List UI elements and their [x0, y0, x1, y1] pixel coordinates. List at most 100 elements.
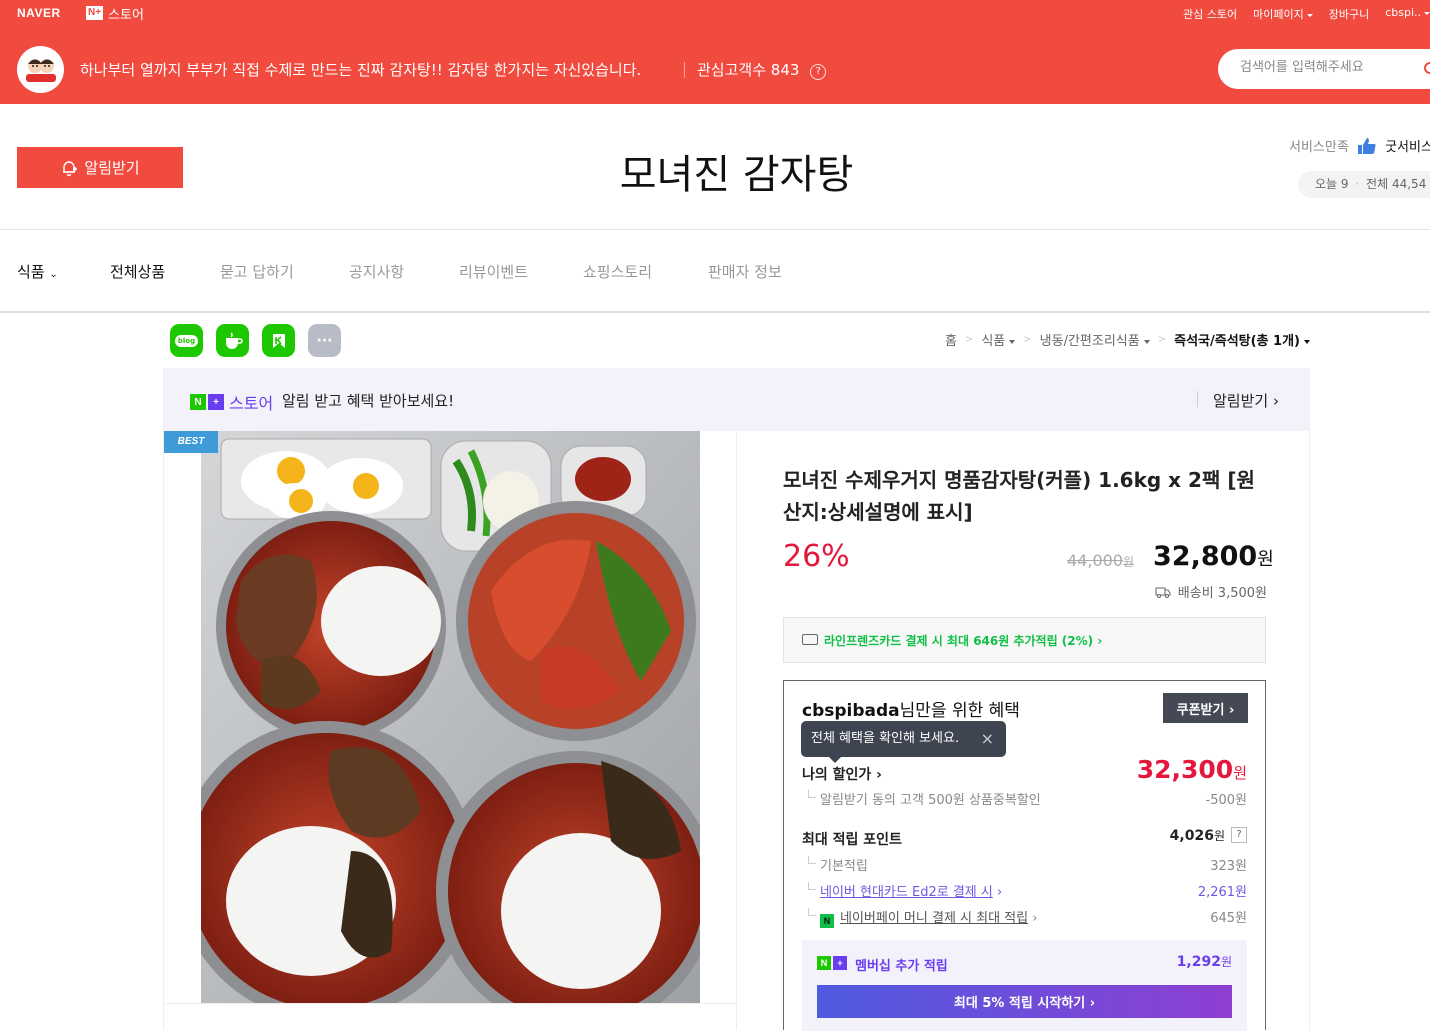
visit-counter: 오늘 9 · 전체 44,54 — [1298, 171, 1430, 198]
store-logo-image — [25, 58, 56, 82]
personal-benefit-box: cbspibada님만을 위한 혜택 쿠폰받기 › 전체 혜택을 확인해 보세요… — [783, 680, 1266, 1031]
breadcrumb: 홈 > 식품 > 냉동/간편조리식품 > 즉석국/즉석탕(총 1개) — [945, 330, 1310, 349]
alarm-discount-label: 알림받기 동의 고객 500원 상품중복할인 — [820, 793, 1041, 808]
visit-total-label: 전체 — [1366, 177, 1389, 191]
chevron-right-icon: > — [964, 334, 974, 345]
nav-item-notice[interactable]: 공지사항 — [349, 261, 404, 282]
hyundai-card-label: 네이버 현대카드 Ed2로 결제 시 — [820, 885, 993, 900]
npay-money-value: 645원 — [1210, 911, 1247, 926]
credit-card-icon — [802, 634, 818, 645]
nav-item-food[interactable]: 식품 ⌄ — [17, 261, 58, 282]
cafe-share-button[interactable] — [216, 324, 249, 357]
search-icon[interactable] — [1424, 62, 1430, 74]
store-title[interactable]: 모녀진 감자탕 — [0, 142, 1430, 200]
discount-rate: 26% — [783, 539, 850, 574]
chevron-right-icon: › — [996, 885, 1003, 900]
my-price-value: 32,300 — [1136, 755, 1234, 784]
chevron-down-icon — [1304, 339, 1310, 344]
coupon-button[interactable]: 쿠폰받기 › — [1163, 693, 1248, 723]
my-discount-price: 32,300원 — [1137, 755, 1247, 784]
search-input[interactable] — [1240, 60, 1420, 75]
store-description: 하나부터 열까지 부부가 직접 수제로 만드는 진짜 감자탕!! 감자탕 한가지… — [80, 61, 642, 79]
chevron-down-icon — [1009, 339, 1016, 344]
visit-total-value: 44,54 — [1391, 177, 1427, 191]
interest-number: 843 — [770, 61, 800, 79]
product-photo — [201, 431, 700, 1003]
service-rating: 서비스만족 굿서비스 — [1289, 136, 1430, 155]
product-image[interactable] — [201, 431, 700, 1003]
breadcrumb-current[interactable]: 즉석국/즉석탕(총 1개) — [1174, 330, 1310, 349]
breadcrumb-label: 즉석국/즉석탕(총 1개) — [1174, 334, 1300, 349]
chevron-right-icon: > — [1157, 334, 1167, 345]
nplus-store-word: 스토어 — [229, 394, 274, 413]
nplus-store-logo[interactable]: N+ 스토어 — [86, 5, 144, 23]
membership-start-button[interactable]: 최대 5% 적립 시작하기 › — [817, 985, 1232, 1018]
gnb-user-menu[interactable]: cbspi.. — [1385, 6, 1430, 22]
sale-price-unit: 원 — [1257, 549, 1274, 570]
nav-item-seller-info[interactable]: 판매자 정보 — [708, 261, 782, 282]
store-info-row: 하나부터 열까지 부부가 직접 수제로 만드는 진짜 감자탕!! 감자탕 한가지… — [0, 44, 1430, 96]
shipping-fee: 배송비 3,500원 — [1155, 582, 1267, 601]
hyundai-card-link[interactable]: 네이버 현대카드 Ed2로 결제 시 › — [820, 881, 1002, 900]
naver-logo[interactable]: NAVER — [17, 6, 61, 20]
breadcrumb-food[interactable]: 식품 — [981, 330, 1016, 349]
npay-money-link[interactable]: N 네이버페이 머니 결제 시 최대 적립 › — [820, 907, 1037, 928]
keep-share-button[interactable] — [262, 324, 295, 357]
benefit-title-suffix: 님만을 위한 혜택 — [899, 701, 1020, 721]
nplus-n-mark: N — [190, 394, 206, 410]
nplus-mark: N + — [817, 956, 847, 970]
interest-count: 관심고객수 843 ? — [697, 59, 827, 80]
product-area: BEST 모녀진 수제우거지 명품감자탕(커플) 1.6kg x 2팩 [원산지… — [163, 431, 1310, 1031]
thumbs-up-icon — [1357, 138, 1376, 154]
more-share-button[interactable]: ··· — [308, 324, 341, 357]
membership-value: 1,292원 — [1177, 953, 1232, 970]
blog-share-button[interactable]: blog — [170, 324, 203, 357]
membership-box: N + 멤버십 추가 적립 1,292원 최대 5% 적립 시작하기 › — [802, 940, 1247, 1031]
chevron-right-icon: › — [1272, 392, 1279, 410]
nplus-plus-mark: + — [833, 956, 847, 970]
store-search — [1218, 49, 1430, 89]
sale-price-value: 32,800 — [1153, 541, 1258, 572]
gnb-link-cart[interactable]: 장바구니 — [1329, 6, 1369, 22]
nplus-plus-mark: + — [208, 394, 224, 410]
breadcrumb-frozen[interactable]: 냉동/간편조리식품 — [1040, 330, 1150, 349]
banner-alarm-link[interactable]: 알림받기 › — [1213, 390, 1279, 411]
nplus-n-mark: N — [817, 956, 831, 970]
basic-points-label: 기본적립 — [820, 859, 868, 874]
store-header-bar: NAVER N+ 스토어 관심 스토어 마이페이지 장바구니 cbspi.. 하… — [0, 0, 1430, 104]
breadcrumb-label: 식품 — [981, 334, 1006, 349]
card-benefit-box[interactable]: 라인프렌즈카드 결제 시 최대 646원 추가적립 (2%) › — [783, 617, 1266, 663]
visit-today-value: 9 — [1340, 177, 1349, 191]
benefit-tooltip: 전체 혜택을 확인해 보세요. × — [801, 721, 1006, 763]
nav-item-shopping-story[interactable]: 쇼핑스토리 — [583, 261, 652, 282]
alarm-discount-value: -500원 — [1205, 793, 1247, 808]
best-badge: BEST — [164, 431, 218, 453]
cafe-icon — [225, 331, 243, 349]
nav-item-qna[interactable]: 묻고 답하기 — [220, 261, 294, 282]
gnb-link-favorite-stores[interactable]: 관심 스토어 — [1183, 6, 1237, 22]
service-value: 굿서비스 — [1385, 140, 1430, 155]
max-points-label: 최대 적립 포인트 — [802, 832, 902, 848]
nav-item-review-event[interactable]: 리뷰이벤트 — [459, 261, 528, 282]
nplus-store-label: 스토어 — [108, 7, 144, 23]
points-unit: 원 — [1213, 829, 1225, 843]
gnb-link-mypage[interactable]: 마이페이지 — [1253, 6, 1313, 22]
global-nav: NAVER N+ 스토어 관심 스토어 마이페이지 장바구니 cbspi.. — [0, 0, 1430, 28]
nplus-alarm-banner: N + 스토어 알림 받고 혜택 받아보세요! 알림받기 › — [163, 368, 1310, 431]
card-benefit-text: 라인프렌즈카드 결제 시 최대 646원 추가적립 (2%) › — [824, 634, 1103, 648]
help-icon[interactable]: ? — [810, 64, 827, 80]
breadcrumb-home[interactable]: 홈 — [945, 330, 957, 349]
original-price-value: 44,000 — [1067, 551, 1123, 570]
help-icon[interactable]: ? — [1231, 827, 1247, 843]
benefit-user: cbspibada — [802, 701, 900, 721]
breadcrumb-label: 냉동/간편조리식품 — [1039, 334, 1140, 349]
chevron-down-icon — [1143, 339, 1150, 344]
nav-item-label: 식품 — [17, 263, 45, 281]
store-avatar[interactable] — [17, 46, 64, 93]
gnb-link-mypage-label: 마이페이지 — [1253, 8, 1304, 21]
shipping-text: 배송비 3,500원 — [1177, 586, 1267, 601]
chevron-down-icon — [1424, 11, 1430, 15]
close-icon[interactable]: × — [981, 721, 994, 757]
nav-item-all-products[interactable]: 전체상품 — [110, 261, 165, 282]
my-discount-link[interactable]: 나의 할인가 › — [802, 764, 882, 784]
